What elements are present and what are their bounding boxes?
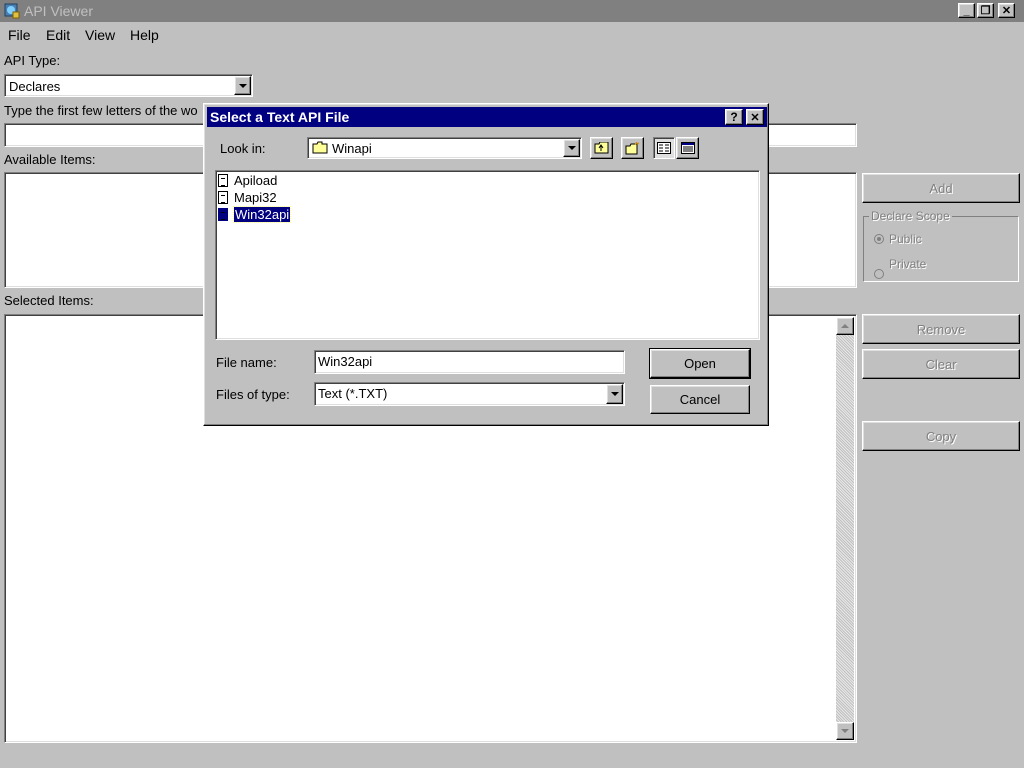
look-in-label: Look in: [220,141,266,156]
menu-edit[interactable]: Edit [46,27,70,43]
available-items-label: Available Items: [4,152,96,167]
chevron-down-icon[interactable] [563,139,580,157]
menu-help[interactable]: Help [130,27,159,43]
filetype-label: Files of type: [216,387,290,402]
api-type-dropdown[interactable]: Declares [4,74,253,97]
select-file-dialog: Select a Text API File ? ✕ Look in: Wina… [203,103,769,426]
chevron-down-icon[interactable] [606,384,623,404]
menu-view[interactable]: View [85,27,115,43]
text-file-icon [218,190,228,204]
help-icon[interactable]: ? [725,109,743,125]
close-button[interactable]: ✕ [998,3,1015,18]
search-label: Type the first few letters of the wo [4,103,198,118]
filetype-value: Text (*.TXT) [318,386,388,401]
vertical-scrollbar[interactable] [836,317,854,740]
filename-label: File name: [216,355,277,370]
add-button[interactable]: Add [862,173,1020,203]
title-bar: API Viewer _ ❐ ✕ [0,0,1024,22]
remove-button[interactable]: Remove [862,314,1020,344]
dialog-title: Select a Text API File [210,109,350,125]
folder-icon [312,141,328,154]
copy-button[interactable]: Copy [862,421,1020,451]
window-title: API Viewer [24,3,93,19]
look-in-value: Winapi [332,141,372,156]
up-one-level-icon[interactable] [590,137,613,159]
menu-file[interactable]: File [8,27,31,43]
cancel-button[interactable]: Cancel [650,385,750,414]
dialog-close-icon[interactable]: ✕ [746,109,764,125]
list-item[interactable]: Apiload [218,172,277,188]
minimize-button[interactable]: _ [958,3,975,18]
text-file-icon [218,207,228,221]
clear-button[interactable]: Clear [862,349,1020,379]
restore-button[interactable]: ❐ [977,3,994,18]
selected-items-label: Selected Items: [4,293,94,308]
scroll-down-icon[interactable] [836,722,854,740]
chevron-down-icon[interactable] [234,76,251,95]
declare-scope-group [863,216,1019,282]
list-view-icon[interactable] [653,137,675,159]
private-radio[interactable] [874,269,884,279]
file-list[interactable]: Apiload Mapi32 Win32api [215,170,760,340]
list-item[interactable]: Mapi32 [218,189,277,205]
scroll-up-icon[interactable] [836,317,854,335]
api-viewer-app-icon [4,3,20,19]
new-folder-icon[interactable] [621,137,644,159]
declare-scope-label: Declare Scope [869,209,952,223]
text-file-icon [218,173,228,187]
api-type-label: API Type: [4,53,61,68]
public-radio[interactable] [874,234,884,244]
open-button[interactable]: Open [649,348,751,379]
api-type-value: Declares [9,79,61,94]
filename-field[interactable]: Win32api [314,350,625,374]
details-view-icon[interactable] [676,137,699,159]
filetype-dropdown[interactable]: Text (*.TXT) [314,382,625,406]
look-in-dropdown[interactable]: Winapi [307,137,582,159]
filename-value: Win32api [318,354,373,369]
private-label: Private [889,257,927,271]
public-label: Public [889,232,922,246]
dialog-title-bar: Select a Text API File ? ✕ [207,107,767,127]
list-item-selected[interactable]: Win32api [218,205,292,223]
